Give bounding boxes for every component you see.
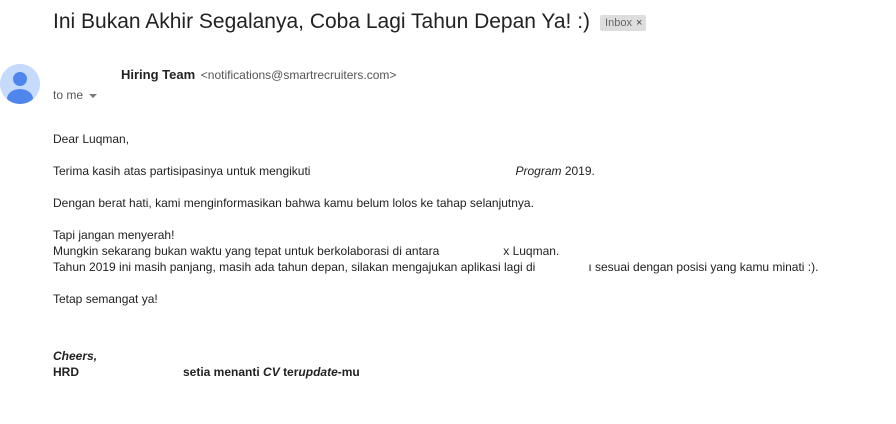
body-line-2: Dengan berat hati, kami menginformasikan… [53, 196, 534, 210]
body-line-5: Tahun 2019 ini masih panjang, masih ada … [53, 260, 819, 274]
body-line-1: Terima kasih atas partisipasinya untuk m… [53, 164, 595, 178]
body-line-4: Mungkin sekarang bukan waktu yang tepat … [53, 244, 560, 258]
email-subject: Ini Bukan Akhir Segalanya, Coba Lagi Tah… [53, 10, 591, 33]
inbox-label[interactable]: Inbox × [600, 15, 647, 31]
chevron-down-icon[interactable] [89, 93, 98, 98]
signature-cheers: Cheers, [53, 349, 98, 363]
email-body: Dear Luqman, Terima kasih atas partisipa… [53, 131, 893, 380]
body-line-6: Tetap semangat ya! [53, 292, 158, 306]
remove-label-icon[interactable]: × [636, 17, 642, 29]
subject-row: Ini Bukan Akhir Segalanya, Coba Lagi Tah… [53, 10, 647, 34]
sender-name[interactable]: Hiring Team [121, 67, 195, 82]
signature-hrd: HRD setia menanti CV terupdate-mu [53, 365, 360, 379]
greeting: Dear Luqman, [53, 132, 130, 146]
body-line-3: Tapi jangan menyerah! [53, 228, 175, 242]
sender-avatar[interactable] [0, 64, 40, 104]
inbox-label-text: Inbox [605, 17, 632, 29]
sender-row: Hiring Team <notifications@smartrecruite… [121, 67, 396, 82]
sender-email: <notifications@smartrecruiters.com> [200, 68, 397, 82]
recipient-text: to me [53, 88, 84, 102]
recipient-details-toggle[interactable]: to me [53, 88, 98, 102]
person-icon [0, 64, 40, 104]
